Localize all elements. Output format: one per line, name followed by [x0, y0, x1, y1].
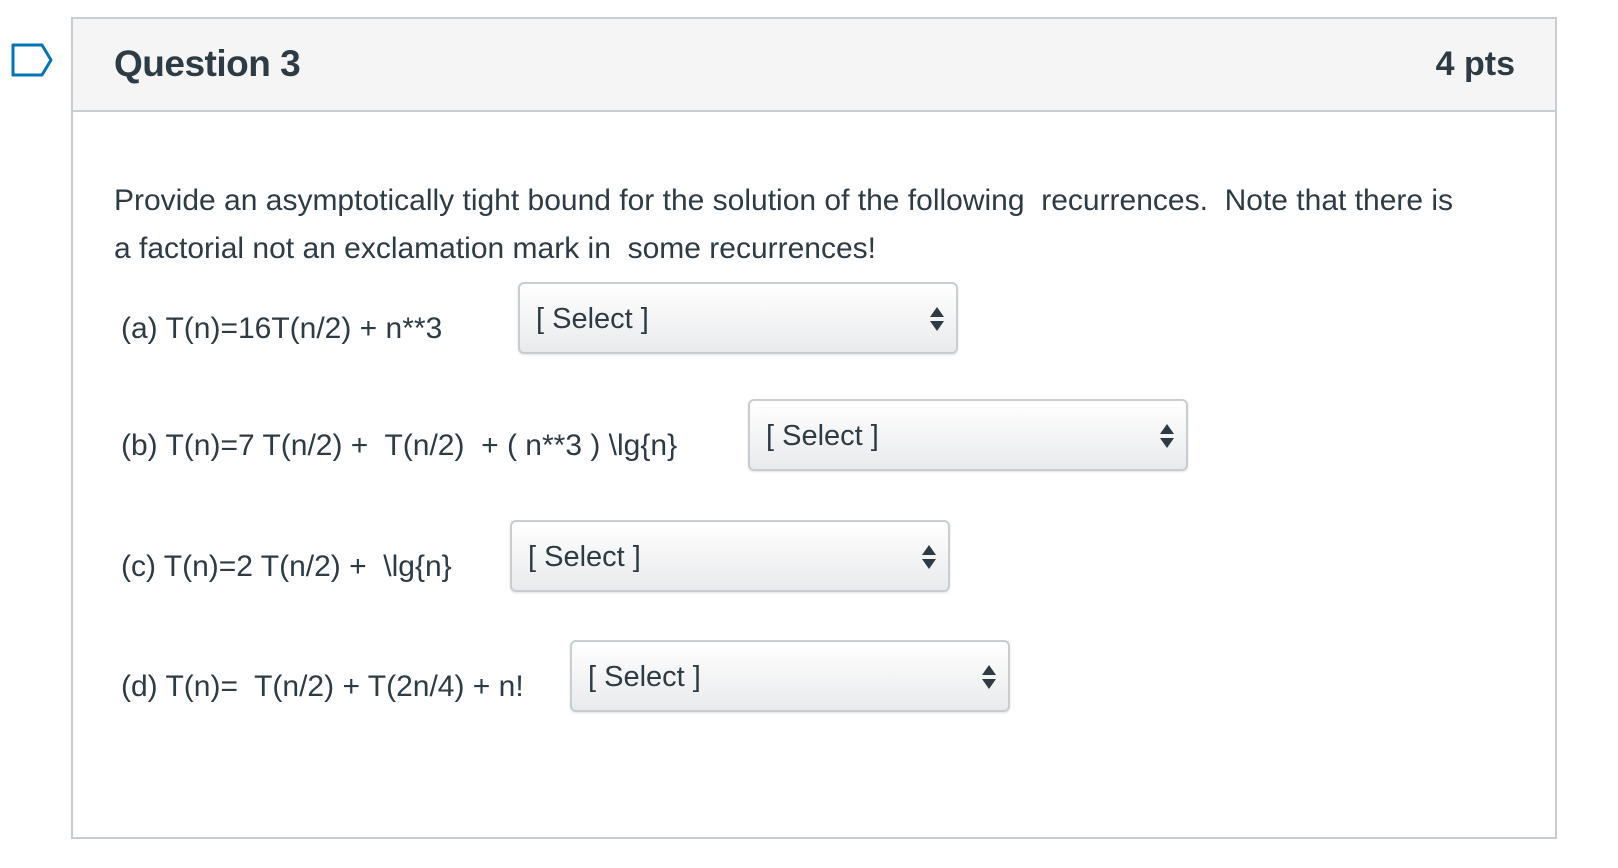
recurrence-a-label: (a) T(n)=16T(n/2) + n**3: [121, 312, 443, 345]
question-points: 4 pts: [1435, 45, 1515, 83]
select-value: [ Select ]: [528, 541, 641, 573]
recurrence-a-select[interactable]: [ Select ]: [518, 282, 958, 354]
select-value: [ Select ]: [536, 303, 649, 335]
select-updown-arrow-icon: [1160, 424, 1174, 448]
select-updown-arrow-icon: [930, 307, 944, 331]
question-card: Question 3 4 pts Provide an asymptotical…: [71, 17, 1557, 839]
select-value: [ Select ]: [588, 661, 701, 693]
recurrence-d-label: (d) T(n)= T(n/2) + T(2n/4) + n!: [121, 670, 524, 703]
select-updown-arrow-icon: [982, 665, 996, 689]
question-title: Question 3: [114, 43, 301, 84]
recurrence-c-select[interactable]: [ Select ]: [510, 520, 950, 592]
question-body: Provide an asymptotically tight bound fo…: [73, 112, 1555, 837]
recurrence-c-label: (c) T(n)=2 T(n/2) + \lg{n}: [121, 550, 452, 583]
recurrence-b-select[interactable]: [ Select ]: [748, 399, 1188, 471]
recurrence-d-select[interactable]: [ Select ]: [570, 640, 1010, 712]
select-value: [ Select ]: [766, 420, 879, 452]
question-header: Question 3 4 pts: [73, 19, 1555, 112]
recurrence-b-label: (b) T(n)=7 T(n/2) + T(n/2) + ( n**3 ) \l…: [121, 429, 678, 462]
select-updown-arrow-icon: [922, 545, 936, 569]
bookmark-flag-icon[interactable]: [10, 42, 54, 78]
question-prompt: Provide an asymptotically tight bound fo…: [114, 184, 1462, 265]
